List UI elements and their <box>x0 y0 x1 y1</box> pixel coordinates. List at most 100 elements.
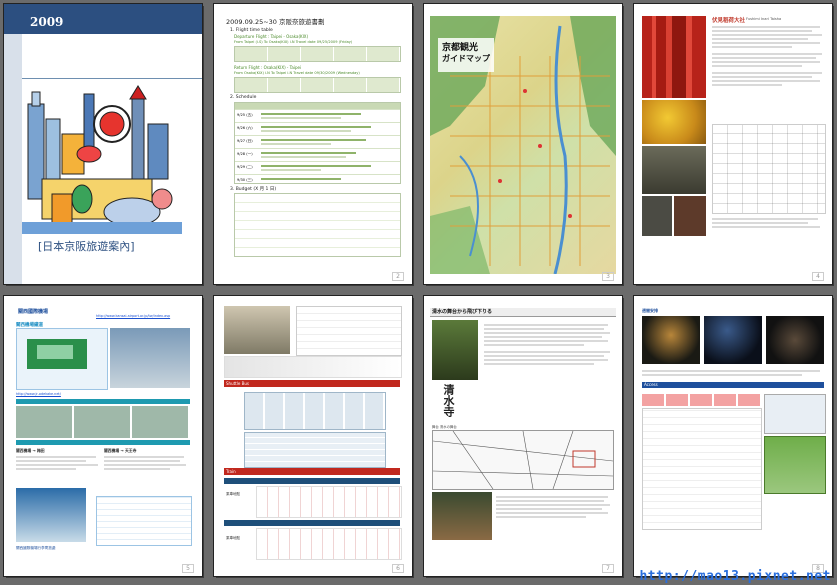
schedule-day: 9/25 (五) <box>237 113 253 117</box>
photo-stone <box>642 196 672 236</box>
page-number: 6 <box>392 564 404 573</box>
page-fushimi-inari[interactable]: 伏見稻荷大社 Fushimi Inari Taisha 4 <box>634 4 832 284</box>
budget-table <box>234 193 401 257</box>
page-transport[interactable]: Shuttle Bus Train 乘車地點 乘車地點 6 <box>214 296 412 576</box>
airport-locker-photo <box>16 488 86 542</box>
flight-title: 1. Flight time table <box>230 28 273 33</box>
schedule-title: 2. Schedule <box>230 95 257 100</box>
kiyomizu-photo <box>432 320 478 380</box>
page-itinerary[interactable]: 2009.09.25~30 京阪奈旅遊書劃 1. Flight time tab… <box>214 4 412 284</box>
access-notes <box>642 368 824 378</box>
access-section1-title: 週間安排 <box>642 308 658 313</box>
airport-station-map <box>16 328 108 390</box>
page-kansai-airport[interactable]: 關西國際機場 http://www.kansai-airport.or.jp/t… <box>4 296 202 576</box>
airport-photo <box>110 328 190 388</box>
schedule-day: 9/28 (一) <box>237 152 253 156</box>
night-photo-2 <box>704 316 762 364</box>
page-number: 5 <box>182 564 194 573</box>
airport-col2-text <box>104 454 188 472</box>
schedule-row: 9/26 (六) <box>235 122 400 135</box>
osaka-illustration <box>22 84 182 234</box>
night-photo-1 <box>642 316 700 364</box>
transport-photo <box>224 306 290 354</box>
page-cover[interactable]: 2009 [日本京阪旅遊案內] <box>4 4 202 284</box>
watermark-url: http://mao13.pixnet.net <box>639 569 831 584</box>
inari-title: 伏見稻荷大社 <box>712 18 746 24</box>
train-row-2-header <box>224 520 400 526</box>
access-bar <box>642 382 824 388</box>
kiyomizu-photo-2 <box>432 492 492 540</box>
airport-timetable <box>96 496 192 546</box>
inari-notes <box>712 216 824 230</box>
airport-url[interactable]: http://www.kansai-airport.or.jp/tw/index… <box>96 314 170 318</box>
shuttle-bar <box>224 380 400 387</box>
page-number: 3 <box>602 272 614 281</box>
airport-brand: 關西國際機場 <box>18 309 49 315</box>
access-map <box>764 394 826 434</box>
night-photo-3 <box>766 316 824 364</box>
kiyomizu-text <box>484 322 612 367</box>
photo-foliage <box>642 100 706 144</box>
shuttle-diagram <box>244 392 386 430</box>
airport-caption: 關西國際機場行李寄放處 <box>16 546 56 550</box>
photo-fox <box>642 146 706 194</box>
schedule-row: 9/28 (一) <box>235 148 400 161</box>
schedule-row: 9/27 (日) <box>235 135 400 148</box>
map-title: 京都観光 <box>442 43 479 53</box>
access-green-box <box>764 436 826 494</box>
airport-photos-row <box>16 406 190 438</box>
inari-subtitle: Fushimi Inari Taisha <box>746 17 782 21</box>
return-label: Return Flight : Osaka(KIX) - Taipei <box>234 65 302 70</box>
inari-text <box>712 24 824 88</box>
kiyomizu-header-text: 清水の舞台から飛び下りる <box>432 309 493 315</box>
airport-url-2[interactable]: http://www.jr-odekake.net/ <box>16 392 61 396</box>
schedule-day: 9/26 (六) <box>237 126 253 130</box>
train-title: Train <box>226 469 236 474</box>
kiyomizu-caption: 舞台 清水の舞台 <box>432 425 457 429</box>
budget-title: 3. Budget (X 月 1 日) <box>230 187 277 192</box>
map-subtitle: ガイドマップ <box>442 54 490 63</box>
train-row-2-label: 乘車地點 <box>226 536 240 540</box>
page-kiyomizu[interactable]: 清水の舞台から飛び下りる 清水寺 舞台 清水の舞台 7 <box>424 296 622 576</box>
kiyomizu-vertical-title: 清水寺 <box>442 384 455 417</box>
page-access[interactable]: 週間安排 Access 8 <box>634 296 832 576</box>
return-route: From Osaka(KIX) i.N To Taipei i.N Travel… <box>234 71 360 75</box>
shuttle-title: Shuttle Bus <box>226 381 249 386</box>
cover-year: 2009 <box>30 15 64 29</box>
train-bar <box>224 468 400 475</box>
cover-title: [日本京阪旅遊案內] <box>38 240 135 253</box>
kyoto-map: 京都観光 ガイドマップ <box>430 16 616 274</box>
inari-map <box>712 124 826 214</box>
access-title: Access <box>644 382 658 387</box>
shuttle-table <box>244 432 386 468</box>
itinerary-heading: 2009.09.25~30 京阪奈旅遊書劃 <box>226 18 325 26</box>
transport-info-box <box>296 306 402 356</box>
train-row-1-table <box>256 486 402 518</box>
schedule-day: 9/29 (二) <box>237 165 253 169</box>
access-timetable <box>642 408 762 530</box>
access-timetable-header <box>642 394 760 406</box>
photo-gate <box>674 196 706 236</box>
departure-table <box>234 46 401 62</box>
departure-label: Departure Flight : Taipei - Osaka(KIX) <box>234 34 309 39</box>
train-row-1-header <box>224 478 400 484</box>
train-row-1-label: 乘車地點 <box>226 492 240 496</box>
page-number: 7 <box>602 564 614 573</box>
schedule-row: 9/29 (二) <box>235 161 400 174</box>
page-number: 2 <box>392 272 404 281</box>
schedule-row: 9/25 (五) <box>235 109 400 122</box>
transport-banner <box>224 356 402 378</box>
airport-teal-bar-2 <box>16 440 190 445</box>
return-table <box>234 77 401 93</box>
page-number: 4 <box>812 272 824 281</box>
schedule-day: 9/27 (日) <box>237 139 253 143</box>
kiyomizu-text-2 <box>496 494 612 520</box>
cover-rule <box>22 78 202 79</box>
cover-accent-band <box>4 34 22 284</box>
train-row-2-table <box>256 528 402 560</box>
departure-route: From Taipei (i.S) To Osaka(KIX) i.N Trav… <box>234 40 353 44</box>
schedule-day: 9/30 (三) <box>237 178 253 182</box>
airport-col1-text <box>16 454 100 472</box>
photo-torii <box>642 16 706 98</box>
page-kyoto-map[interactable]: 京都観光 ガイドマップ 3 <box>424 4 622 284</box>
